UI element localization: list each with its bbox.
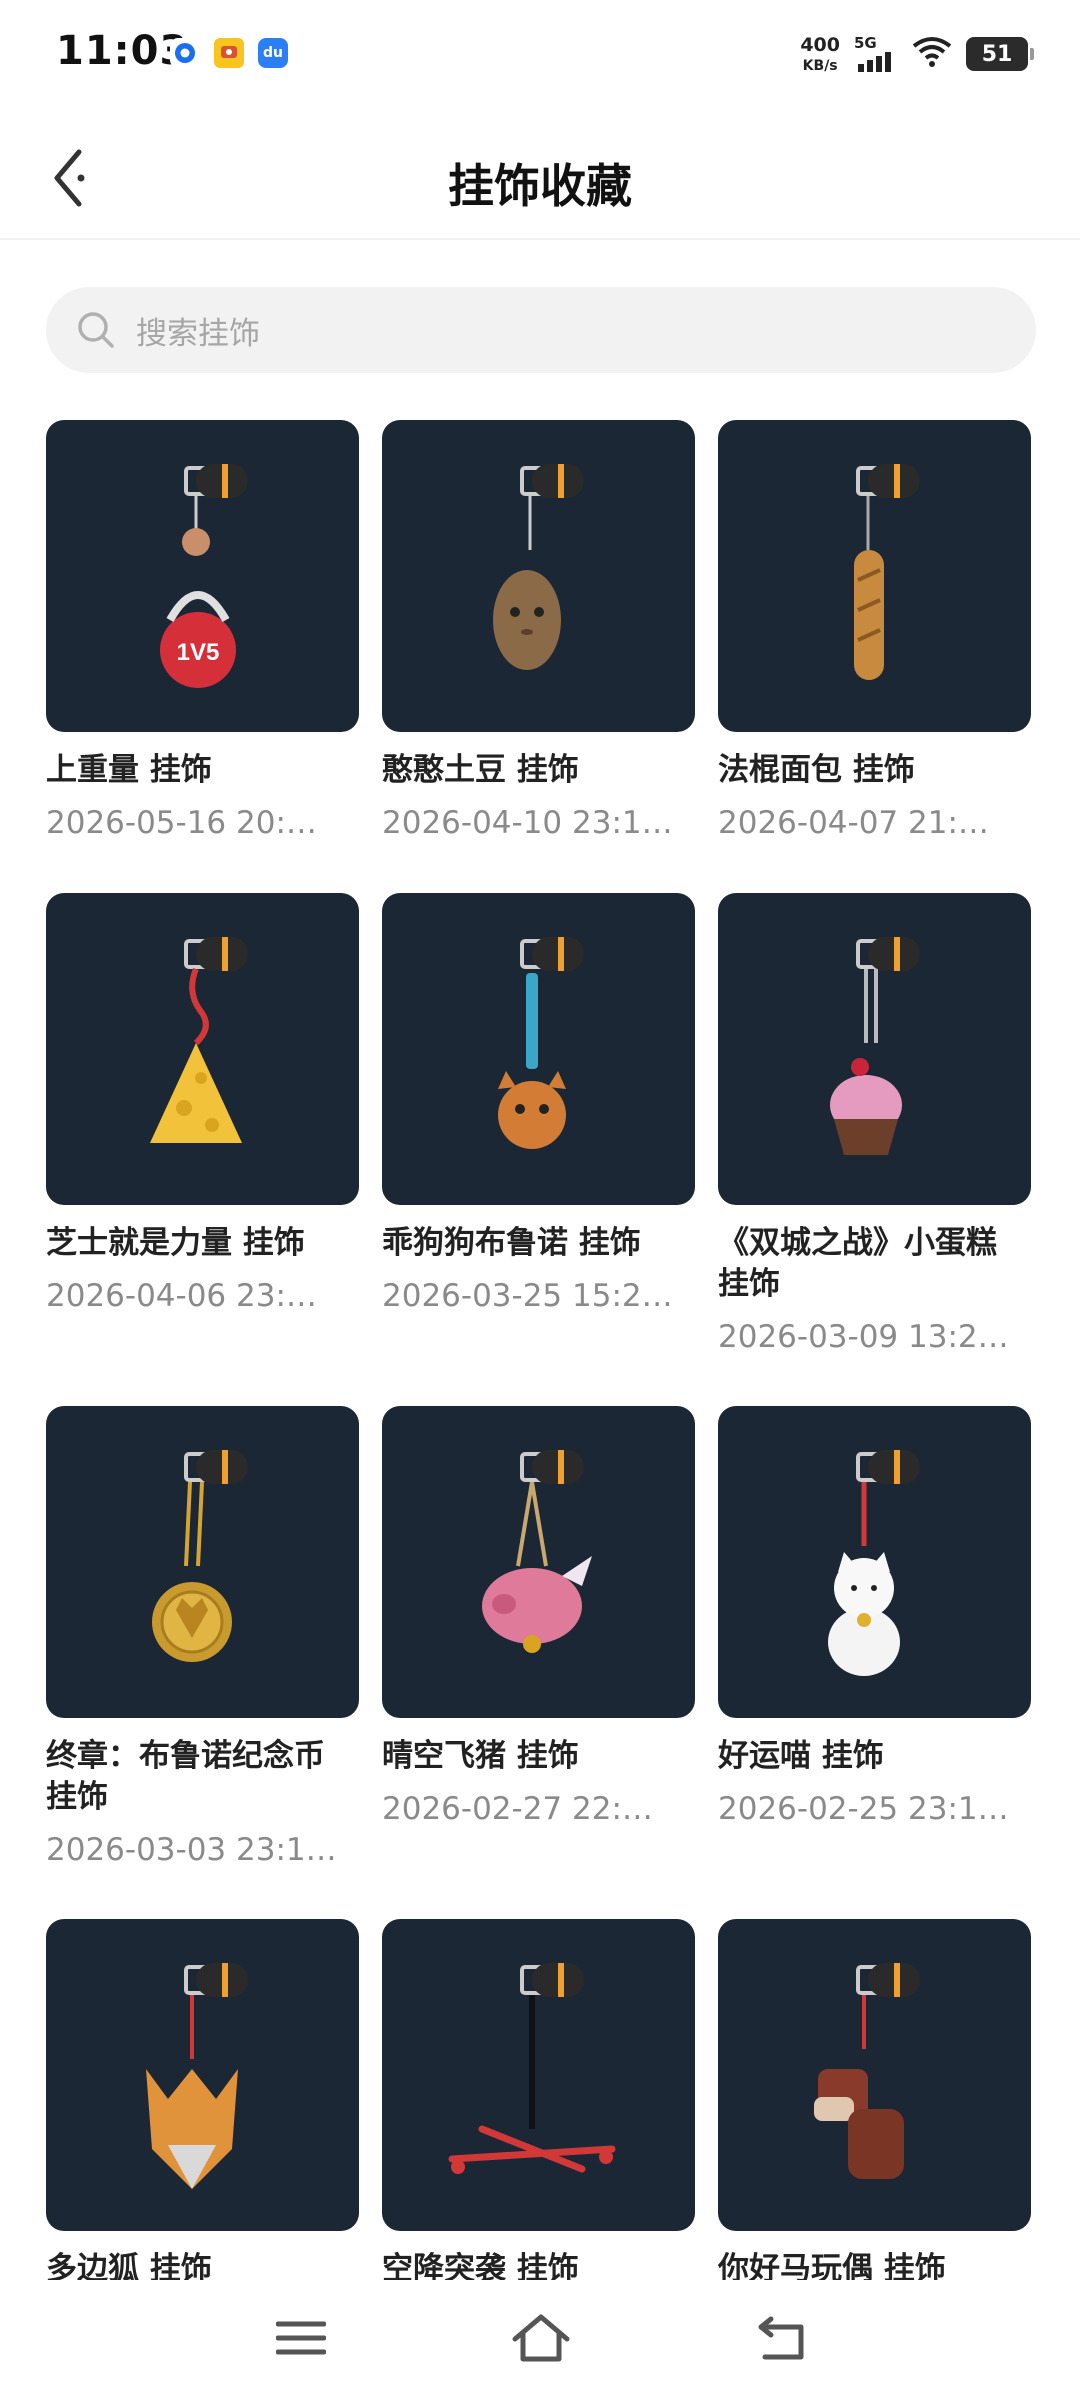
charm-card[interactable]: 憨憨土豆 挂饰 2026-04-10 23:1… xyxy=(382,420,695,843)
charm-thumbnail xyxy=(382,1919,695,2231)
charm-thumbnail xyxy=(46,1919,359,2231)
charm-name: 憨憨土豆 挂饰 xyxy=(382,752,579,788)
search-icon xyxy=(76,310,116,350)
charm-name: 晴空飞猪 挂饰 xyxy=(382,1738,579,1774)
charm-date: 2026-03-25 15:2… xyxy=(382,1278,673,1314)
charm-thumbnail xyxy=(46,893,359,1205)
charm-thumbnail xyxy=(718,893,1031,1205)
status-app-icons: du xyxy=(170,38,288,68)
charm-card[interactable]: 《双城之战》小蛋糕 挂饰 2026-03-09 13:2… xyxy=(718,893,1031,1357)
bottom-nav xyxy=(0,2280,1080,2400)
charm-date: 2026-03-03 23:1… xyxy=(46,1832,337,1868)
charm-name: 好运喵 挂饰 xyxy=(718,1738,884,1774)
battery-icon: 51 xyxy=(966,37,1034,71)
charm-thumbnail xyxy=(718,1919,1031,2231)
charm-date: 2026-04-06 23:… xyxy=(46,1278,317,1314)
charm-thumbnail: 1V5 xyxy=(46,420,359,732)
cellular-signal-icon: 5G xyxy=(854,34,898,74)
charm-card[interactable]: 多边狐 挂饰 xyxy=(46,1919,359,2302)
charm-card[interactable]: 1V5 上重量 挂饰 2026-05-16 20:… xyxy=(46,420,359,843)
charm-date: 2026-05-16 20:… xyxy=(46,805,317,841)
charm-card[interactable]: 芝士就是力量 挂饰 2026-04-06 23:… xyxy=(46,893,359,1316)
search-input[interactable]: 搜索挂饰 xyxy=(46,287,1036,373)
charm-clip-icon xyxy=(184,464,248,498)
status-right: 400 KB/s 5G 51 xyxy=(800,33,1034,74)
back-icon xyxy=(758,2316,804,2360)
charm-thumbnail xyxy=(382,420,695,732)
charm-name: 法棍面包 挂饰 xyxy=(718,752,915,788)
search-placeholder: 搜索挂饰 xyxy=(136,315,260,352)
app-icon-blue-ring xyxy=(170,38,200,68)
charm-name: 芝士就是力量 挂饰 xyxy=(46,1225,305,1261)
network-speed: 400 KB/s xyxy=(800,33,840,74)
charm-thumbnail xyxy=(382,1406,695,1718)
app-icon-du: du xyxy=(258,38,288,68)
charm-card[interactable]: 终章：布鲁诺纪念币 挂饰 2026-03-03 23:1… xyxy=(46,1406,359,1870)
charm-date: 2026-03-09 13:2… xyxy=(718,1319,1009,1355)
home-icon xyxy=(512,2314,570,2362)
status-bar: 11:03 du 400 KB/s 5G 51 xyxy=(0,0,1080,110)
charm-name: 上重量 挂饰 xyxy=(46,752,212,788)
status-time: 11:03 xyxy=(56,28,189,74)
charm-card[interactable]: 空降突袭 挂饰 xyxy=(382,1919,695,2302)
charm-thumbnail xyxy=(382,893,695,1205)
charm-thumbnail xyxy=(46,1406,359,1718)
charm-card[interactable]: 晴空飞猪 挂饰 2026-02-27 22:… xyxy=(382,1406,695,1829)
svg-text:1V5: 1V5 xyxy=(177,639,220,666)
home-button[interactable] xyxy=(496,2298,586,2378)
charm-name: 《双城之战》小蛋糕 挂饰 xyxy=(718,1225,997,1302)
menu-button[interactable] xyxy=(256,2298,346,2378)
header: 挂饰收藏 xyxy=(0,120,1080,240)
charm-card[interactable]: 法棍面包 挂饰 2026-04-07 21:… xyxy=(718,420,1031,843)
charm-card[interactable]: 乖狗狗布鲁诺 挂饰 2026-03-25 15:2… xyxy=(382,893,695,1316)
charm-thumbnail xyxy=(718,420,1031,732)
menu-icon xyxy=(276,2321,326,2355)
charm-date: 2026-02-27 22:… xyxy=(382,1791,653,1827)
page-title: 挂饰收藏 xyxy=(448,159,632,213)
app-icon-yellow xyxy=(214,38,244,68)
charm-date: 2026-04-10 23:1… xyxy=(382,805,673,841)
charm-name: 乖狗狗布鲁诺 挂饰 xyxy=(382,1225,641,1261)
system-back-button[interactable] xyxy=(738,2298,828,2378)
charm-thumbnail xyxy=(718,1406,1031,1718)
charm-name: 终章：布鲁诺纪念币 挂饰 xyxy=(46,1738,325,1815)
charm-date: 2026-04-07 21:… xyxy=(718,805,989,841)
wifi-icon xyxy=(912,36,952,72)
charm-card[interactable]: 好运喵 挂饰 2026-02-25 23:1… xyxy=(718,1406,1031,1829)
charm-card[interactable]: 你好马玩偶 挂饰 xyxy=(718,1919,1031,2302)
charm-date: 2026-02-25 23:1… xyxy=(718,1791,1009,1827)
